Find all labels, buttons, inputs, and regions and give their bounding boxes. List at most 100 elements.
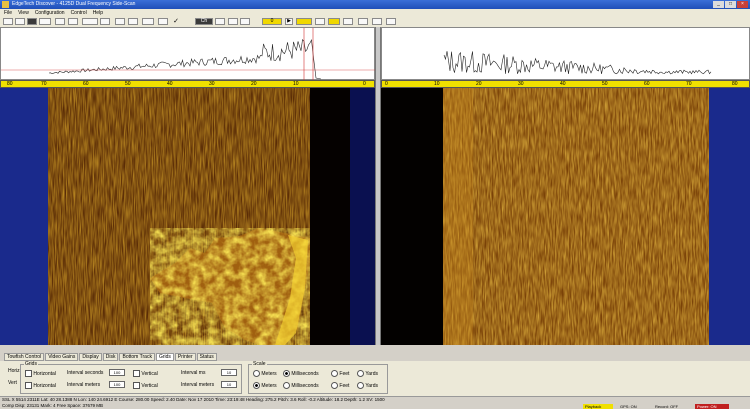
tab-bottom-track[interactable]: Bottom Track [119, 353, 155, 361]
range-tick: 70 [686, 81, 692, 87]
range-tick: 10 [293, 81, 299, 87]
range-tick: 0 [363, 81, 366, 87]
toolbar-button-5[interactable] [55, 18, 65, 25]
tab-grids[interactable]: Grids [155, 353, 174, 361]
toolbar-button-21[interactable] [372, 18, 382, 25]
range-tick: 0 [385, 81, 388, 87]
toolbar-button-13[interactable] [215, 18, 225, 25]
vertical-checkbox-2[interactable] [133, 382, 140, 389]
toolbar-button-19[interactable] [343, 18, 353, 25]
interval-ms-stepper[interactable]: 10 [221, 369, 237, 376]
range-tick: 20 [251, 81, 257, 87]
starboard-sonar-waterfall[interactable] [381, 88, 750, 345]
scale-milliseconds-radio-2[interactable] [283, 382, 290, 389]
title-bar: EdgeTech Discover - 4125D Dual Frequency… [0, 0, 750, 9]
toolbar-button-15[interactable] [240, 18, 250, 25]
record-indicator: Record: OFF [653, 404, 689, 409]
scale-milliseconds-label-2: Milliseconds [291, 382, 319, 389]
toolbar-button-12[interactable] [158, 18, 168, 25]
range-tick: 10 [434, 81, 440, 87]
playback-indicator: Playback [583, 404, 613, 409]
interval-meters-stepper[interactable]: 100 [109, 381, 125, 388]
grids-panel: Horiz Vert Grids Horizontal Interval sec… [0, 361, 750, 396]
scale-yards-radio[interactable] [357, 370, 364, 377]
range-tick: 60 [644, 81, 650, 87]
play-icon[interactable]: ▶ [285, 18, 293, 25]
scale-group-title: Scale [252, 361, 267, 367]
range-tick: 30 [209, 81, 215, 87]
toolbar-button-10[interactable] [128, 18, 138, 25]
scale-yards-label: Yards [365, 370, 379, 377]
interval-meters-stepper-2[interactable]: 10 [221, 381, 237, 388]
tab-disk[interactable]: Disk [102, 353, 119, 361]
toolbar-button-14[interactable] [228, 18, 238, 25]
horizontal-label-2: Horizontal [33, 382, 56, 389]
tab-printer[interactable]: Printer [174, 353, 196, 361]
toolbar-button-17[interactable] [315, 18, 325, 25]
scale-feet-label: Feet [339, 370, 350, 377]
disk-status-line: Comp Disp: 23131 Mark: 4 Free Space: 376… [2, 403, 104, 408]
menu-file[interactable]: File [4, 9, 12, 17]
minimize-button[interactable]: _ [713, 1, 724, 8]
scale-feet-label-2: Feet [339, 382, 350, 389]
scale-milliseconds-radio[interactable] [283, 370, 290, 377]
channel-selector[interactable]: Ch [195, 18, 213, 25]
frequency-field[interactable]: 0 [262, 18, 282, 25]
range-tick: 20 [476, 81, 482, 87]
scale-feet-radio-2[interactable] [331, 382, 338, 389]
window-title: EdgeTech Discover - 4125D Dual Frequency… [12, 1, 136, 7]
nav-status-line: SSL X 5514 2311E Lat: 40 28.1388 N Lon: … [2, 397, 385, 402]
maximize-button[interactable]: □ [725, 1, 736, 8]
app-icon [2, 1, 9, 8]
status-bar: SSL X 5514 2311E Lat: 40 28.1388 N Lon: … [0, 396, 750, 409]
horizontal-checkbox-2[interactable] [25, 382, 32, 389]
tab-display[interactable]: Display [79, 353, 102, 361]
vertical-label: Vertical [141, 370, 158, 377]
menu-configuration[interactable]: Configuration [35, 9, 65, 17]
toolbar-button-2[interactable] [15, 18, 25, 25]
scale-meters-radio[interactable] [253, 370, 260, 377]
toolbar-button-16[interactable] [296, 18, 312, 25]
range-tick: 40 [167, 81, 173, 87]
tab-towfish-control[interactable]: Towfish Control [4, 353, 45, 361]
toolbar-button-20[interactable] [358, 18, 368, 25]
menu-help[interactable]: Help [93, 9, 103, 17]
toolbar-button-4[interactable] [39, 18, 51, 25]
starboard-range-scale: 0 10 20 30 40 50 60 70 80 [381, 80, 750, 88]
menu-control[interactable]: Control [71, 9, 87, 17]
toolbar-button-3[interactable] [27, 18, 37, 25]
interval-seconds-stepper[interactable]: 100 [109, 369, 125, 376]
range-tick: 80 [7, 81, 13, 87]
horizontal-checkbox[interactable] [25, 370, 32, 377]
toolbar-button-8[interactable] [100, 18, 110, 25]
control-tabs: Towfish Control Video Gains Display Disk… [0, 353, 750, 361]
horizontal-label: Horizontal [33, 370, 56, 377]
gps-indicator: GPS: ON [618, 404, 648, 409]
tab-video-gains[interactable]: Video Gains [45, 353, 79, 361]
scale-yards-radio-2[interactable] [357, 382, 364, 389]
vertical-label-2: Vertical [141, 382, 158, 389]
scale-meters-radio-2[interactable] [253, 382, 260, 389]
scale-yards-label-2: Yards [365, 382, 379, 389]
port-range-scale: 80 70 60 50 40 30 20 10 0 [0, 80, 375, 88]
range-tick: 60 [83, 81, 89, 87]
menu-view[interactable]: View [18, 9, 29, 17]
power-indicator: Power: ON [695, 404, 729, 409]
toolbar-button-11[interactable] [142, 18, 154, 25]
toolbar-button-6[interactable] [68, 18, 78, 25]
toolbar-button-22[interactable] [386, 18, 396, 25]
port-amplitude-profile [0, 27, 376, 81]
vertical-checkbox[interactable] [133, 370, 140, 377]
range-tick: 70 [41, 81, 47, 87]
port-sonar-waterfall[interactable] [0, 88, 375, 345]
check-icon[interactable]: ✓ [172, 18, 180, 25]
toolbar-button-1[interactable] [3, 18, 13, 25]
close-button[interactable]: × [737, 1, 748, 8]
tab-status[interactable]: Status [196, 353, 217, 361]
grids-group: Grids Horizontal Interval seconds 100 Ve… [20, 361, 242, 394]
toolbar-button-7[interactable] [82, 18, 98, 25]
range-tick: 30 [518, 81, 524, 87]
toolbar-button-18[interactable] [328, 18, 340, 25]
toolbar-button-9[interactable] [115, 18, 125, 25]
scale-feet-radio[interactable] [331, 370, 338, 377]
